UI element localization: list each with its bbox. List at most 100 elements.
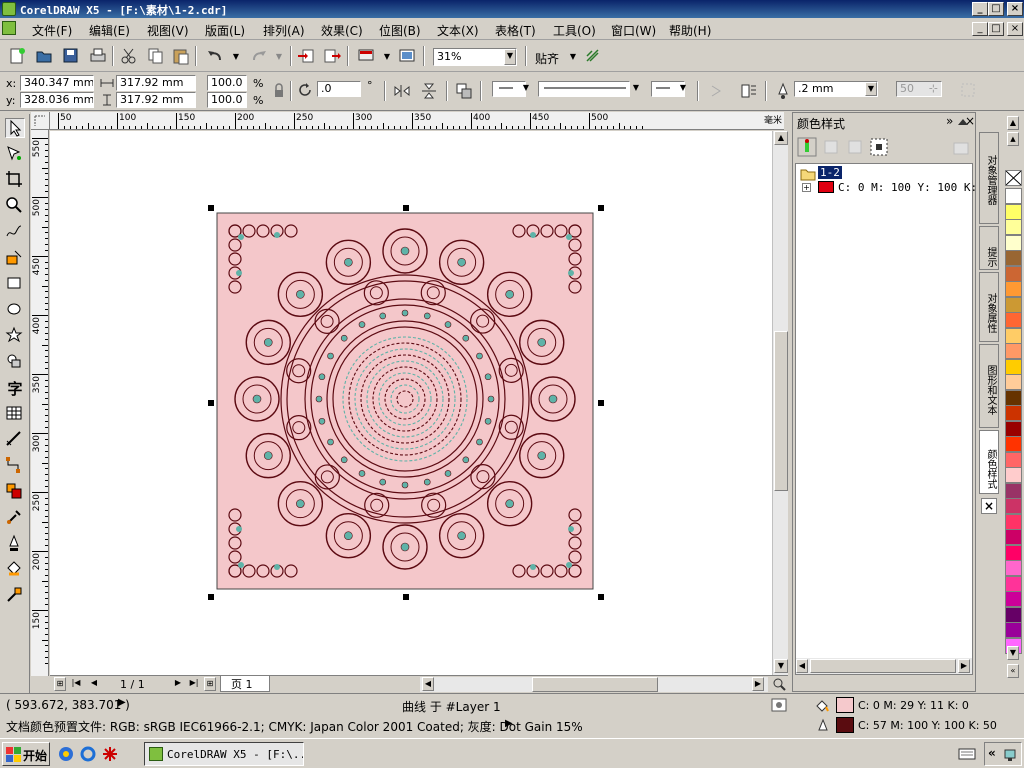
color-style-swatch[interactable] [818, 181, 834, 193]
palette-swatch[interactable] [1005, 203, 1022, 220]
palette-swatch[interactable] [1005, 467, 1022, 483]
palette-swatch[interactable] [1005, 250, 1022, 266]
line-style-dropdown-icon[interactable]: ▼ [630, 82, 642, 96]
palette-scroll-up-fast-icon[interactable]: ▲ [1007, 132, 1019, 146]
crop-tool[interactable] [5, 170, 25, 190]
palette-swatch[interactable] [1005, 606, 1022, 623]
new-document-icon[interactable] [8, 47, 26, 65]
palette-swatch[interactable] [1005, 544, 1022, 561]
docker-scroll-thumb[interactable] [810, 659, 956, 673]
palette-swatch[interactable] [1005, 281, 1022, 297]
print-icon[interactable] [89, 47, 107, 65]
basic-shapes-tool[interactable] [5, 352, 25, 372]
style-folder-name[interactable]: 1-2 [818, 166, 842, 179]
palette-expand-icon[interactable]: « [1007, 664, 1019, 678]
palette-swatch[interactable] [1005, 498, 1022, 514]
snap-to-button[interactable]: 贴齐 [535, 50, 559, 67]
docker-expand-icon[interactable]: » [946, 114, 953, 128]
menu-edit[interactable]: 编辑(E) [89, 22, 130, 39]
paste-icon[interactable] [172, 47, 190, 65]
launcher-dropdown-icon[interactable]: ▼ [381, 51, 393, 65]
palette-swatch[interactable] [1005, 234, 1022, 251]
options-icon[interactable] [584, 47, 602, 65]
palette-swatch[interactable] [1005, 219, 1022, 235]
palette-swatch[interactable] [1005, 188, 1022, 204]
palette-scroll-down-icon[interactable]: ▼ [1007, 646, 1019, 660]
palette-swatch[interactable] [1005, 529, 1022, 545]
scroll-right-icon[interactable]: ▶ [752, 677, 764, 691]
connector-tool[interactable] [5, 456, 25, 476]
text-tool[interactable]: 字 [5, 378, 25, 398]
palette-swatch[interactable] [1005, 622, 1022, 638]
polygon-tool[interactable] [5, 326, 25, 346]
close-button[interactable]: × [1007, 2, 1023, 16]
smoothing-slider-icon[interactable]: ⊹ [929, 82, 938, 96]
menu-effects[interactable]: 效果(C) [321, 22, 363, 39]
menu-bitmaps[interactable]: 位图(B) [379, 22, 421, 39]
taskbar-coreldraw-button[interactable]: CorelDRAW X5 - [F:\... [144, 742, 304, 766]
line-style-select[interactable] [538, 81, 630, 97]
minimize-button[interactable]: _ [972, 2, 988, 16]
x-position-field[interactable]: 340.347 mm [20, 75, 94, 91]
welcome-screen-icon[interactable] [398, 47, 416, 65]
docker-scroll-left-icon[interactable]: ◀ [796, 659, 808, 673]
palette-swatch[interactable] [1005, 312, 1022, 328]
outline-width-dropdown-icon[interactable]: ▼ [865, 82, 877, 96]
insert-page-before-icon[interactable]: ⊞ [54, 677, 66, 691]
no-color-swatch[interactable] [1005, 170, 1022, 186]
tab-color-styles[interactable]: 颜色样式 [979, 430, 999, 494]
horizontal-scroll-thumb[interactable] [532, 677, 658, 692]
keyboard-icon[interactable] [958, 747, 976, 761]
menu-table[interactable]: 表格(T) [495, 22, 536, 39]
palette-scroll-up-icon[interactable]: ▲ [1007, 116, 1019, 130]
new-color-style-icon[interactable] [797, 137, 817, 157]
palette-swatch[interactable] [1005, 575, 1022, 592]
zoom-dropdown-icon[interactable]: ▼ [504, 49, 516, 65]
pick-tool[interactable] [5, 118, 25, 138]
palette-swatch[interactable] [1005, 482, 1022, 499]
drawing-canvas[interactable] [50, 131, 772, 675]
profile-arrow-icon[interactable]: ▶ [505, 718, 513, 729]
first-page-icon[interactable]: |◀ [70, 677, 82, 691]
palette-swatch[interactable] [1005, 327, 1022, 344]
start-arrowhead-dropdown-icon[interactable]: ▼ [520, 82, 532, 96]
tab-hints[interactable]: 提示 [979, 226, 999, 270]
snap-dropdown-icon[interactable]: ▼ [567, 51, 579, 65]
scroll-left-icon[interactable]: ◀ [422, 677, 434, 691]
maximize-button[interactable]: □ [988, 2, 1004, 16]
scale-x-field[interactable]: 100.0 [207, 75, 247, 91]
application-launcher-icon[interactable] [357, 47, 375, 65]
mirror-horizontal-icon[interactable] [393, 82, 411, 100]
page-tab[interactable]: 页 1 [220, 676, 270, 692]
save-icon[interactable] [62, 47, 80, 65]
zoom-level-select[interactable]: 31% ▼ [433, 48, 517, 66]
outline-color-swatch[interactable] [836, 717, 854, 733]
tabs-close-icon[interactable]: × [981, 498, 997, 514]
new-child-color-icon[interactable] [821, 137, 841, 157]
height-field[interactable]: 317.92 mm [116, 92, 196, 108]
horizontal-ruler[interactable]: 50 100 150 200 250 300 350 400 450 500 毫米 [50, 112, 784, 130]
status-options-icon[interactable] [771, 698, 787, 712]
edit-color-icon[interactable] [845, 137, 865, 157]
palette-swatch[interactable] [1005, 405, 1022, 421]
color-style-name[interactable]: C: 0 M: 100 Y: 100 K: 0 [838, 181, 990, 194]
start-button[interactable]: 开始 [2, 742, 50, 766]
mirror-vertical-icon[interactable] [420, 82, 438, 100]
curve-smoothing-field[interactable]: 50 ⊹ [896, 81, 942, 97]
network-tray-icon[interactable] [1003, 747, 1019, 763]
open-icon[interactable] [35, 47, 53, 65]
group-icon[interactable] [455, 82, 473, 100]
previous-page-icon[interactable]: ◀ [88, 677, 100, 691]
scroll-up-icon[interactable]: ▲ [774, 131, 788, 145]
vertical-scrollbar[interactable]: ▲ ▼ [772, 131, 788, 675]
auto-create-styles-icon[interactable] [869, 137, 889, 157]
wrap-text-icon[interactable] [740, 82, 758, 100]
navigator-zoom-icon[interactable] [772, 677, 787, 692]
cut-icon[interactable] [120, 47, 138, 65]
import-icon[interactable] [297, 47, 315, 65]
fill-tool[interactable] [5, 560, 25, 580]
menu-arrange[interactable]: 排列(A) [263, 22, 305, 39]
menu-tools[interactable]: 工具(O) [553, 22, 596, 39]
undo-icon[interactable] [206, 47, 224, 65]
redo-icon[interactable] [250, 47, 268, 65]
